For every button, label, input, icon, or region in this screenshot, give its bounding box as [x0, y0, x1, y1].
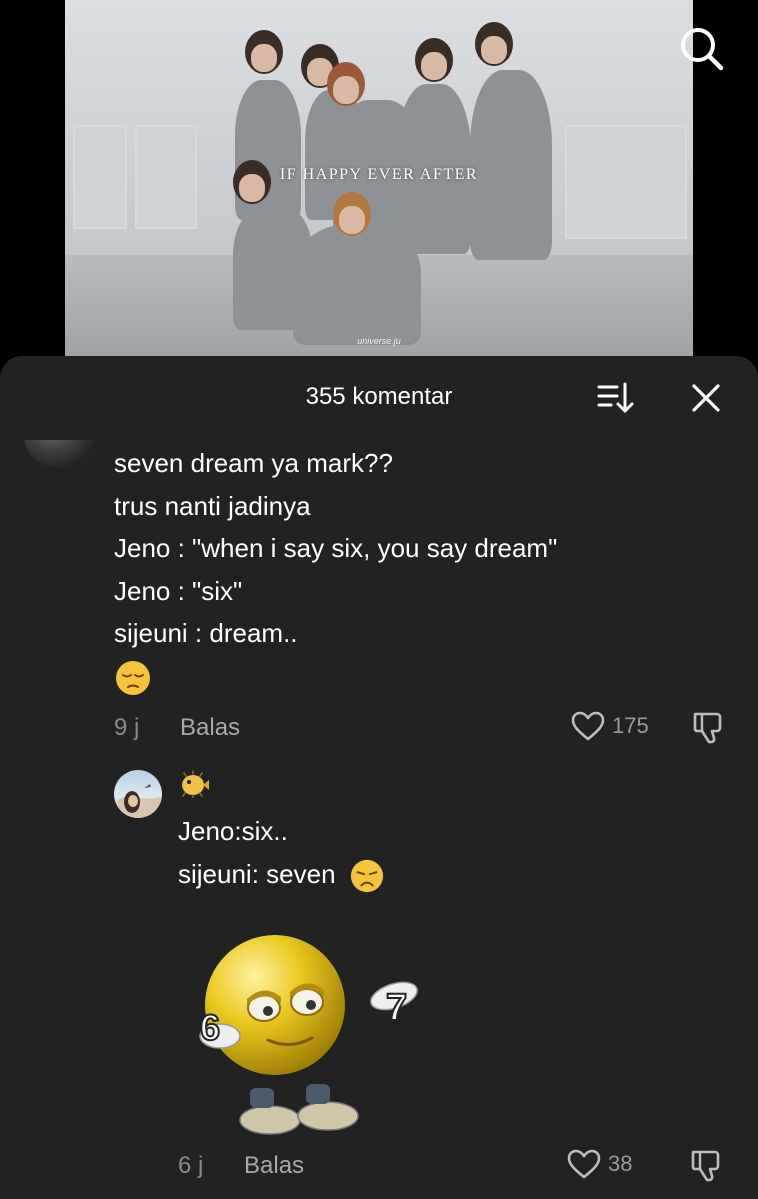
person-figure — [470, 70, 552, 260]
commenter-name[interactable] — [178, 770, 210, 805]
person-head — [475, 22, 513, 66]
like-count: 38 — [608, 1151, 633, 1176]
person-head — [327, 62, 365, 106]
comment-time: 6 j — [178, 1152, 204, 1179]
sticker-image: 6 7 — [180, 910, 430, 1140]
comment-line: sijeuni : dream.. — [114, 618, 298, 648]
reply-button[interactable]: Balas — [180, 714, 240, 742]
person-figure — [293, 225, 421, 345]
thumbs-down-icon — [691, 1150, 720, 1182]
sort-icon — [597, 382, 634, 413]
like-button[interactable]: 175 — [570, 710, 649, 742]
avatar[interactable] — [114, 770, 162, 818]
blowfish-icon — [182, 770, 209, 799]
close-icon — [692, 384, 720, 412]
like-count: 175 — [612, 713, 649, 738]
disappointed-face-icon — [350, 860, 383, 893]
dislike-button[interactable] — [690, 710, 726, 746]
comment-line: sijeuni: seven — [178, 859, 336, 889]
comment-line: seven dream ya mark?? — [114, 448, 393, 478]
comment-time: 9 j — [114, 714, 140, 741]
sticker-emoji: 6 7 — [199, 935, 418, 1135]
pensive-face-icon — [116, 660, 150, 695]
person-head — [415, 38, 453, 82]
sticker-number-seven: 7 — [386, 987, 407, 1029]
comment-line: Jeno:six.. — [178, 816, 288, 846]
video-overlay-title: IF HAPPY EVER AFTER — [279, 166, 479, 183]
comments-sheet: 355 komentar seven dream ya mark?? trus … — [0, 356, 758, 1199]
video-watermark: universe.ju — [357, 336, 401, 346]
person-head — [333, 192, 371, 236]
sticker-number-six: 6 — [200, 1007, 220, 1048]
video-player[interactable]: IF HAPPY EVER AFTER universe.ju — [65, 0, 693, 360]
heart-icon — [567, 1149, 601, 1179]
thumbs-down-icon — [693, 712, 722, 744]
search-button[interactable] — [676, 24, 726, 74]
comment-text: Jeno:six.. sijeuni: seven — [178, 810, 385, 896]
heart-icon — [571, 711, 605, 741]
comment-count: 355 komentar — [305, 383, 453, 410]
dislike-button[interactable] — [688, 1148, 724, 1184]
comment-line: Jeno : "when i say six, you say dream" — [114, 533, 558, 563]
comment-line: Jeno : "six" — [114, 575, 243, 606]
avatar-image — [118, 784, 162, 818]
close-button[interactable] — [688, 380, 724, 416]
person-head — [245, 30, 283, 74]
like-button[interactable]: 38 — [566, 1148, 632, 1180]
comments-header: 355 komentar — [0, 356, 758, 440]
reply-button[interactable]: Balas — [244, 1152, 304, 1180]
search-icon — [681, 28, 724, 71]
sort-button[interactable] — [596, 380, 636, 416]
comment-line: trus nanti jadinya — [114, 490, 311, 521]
comment-text: seven dream ya mark?? trus nanti jadinya… — [114, 442, 724, 697]
